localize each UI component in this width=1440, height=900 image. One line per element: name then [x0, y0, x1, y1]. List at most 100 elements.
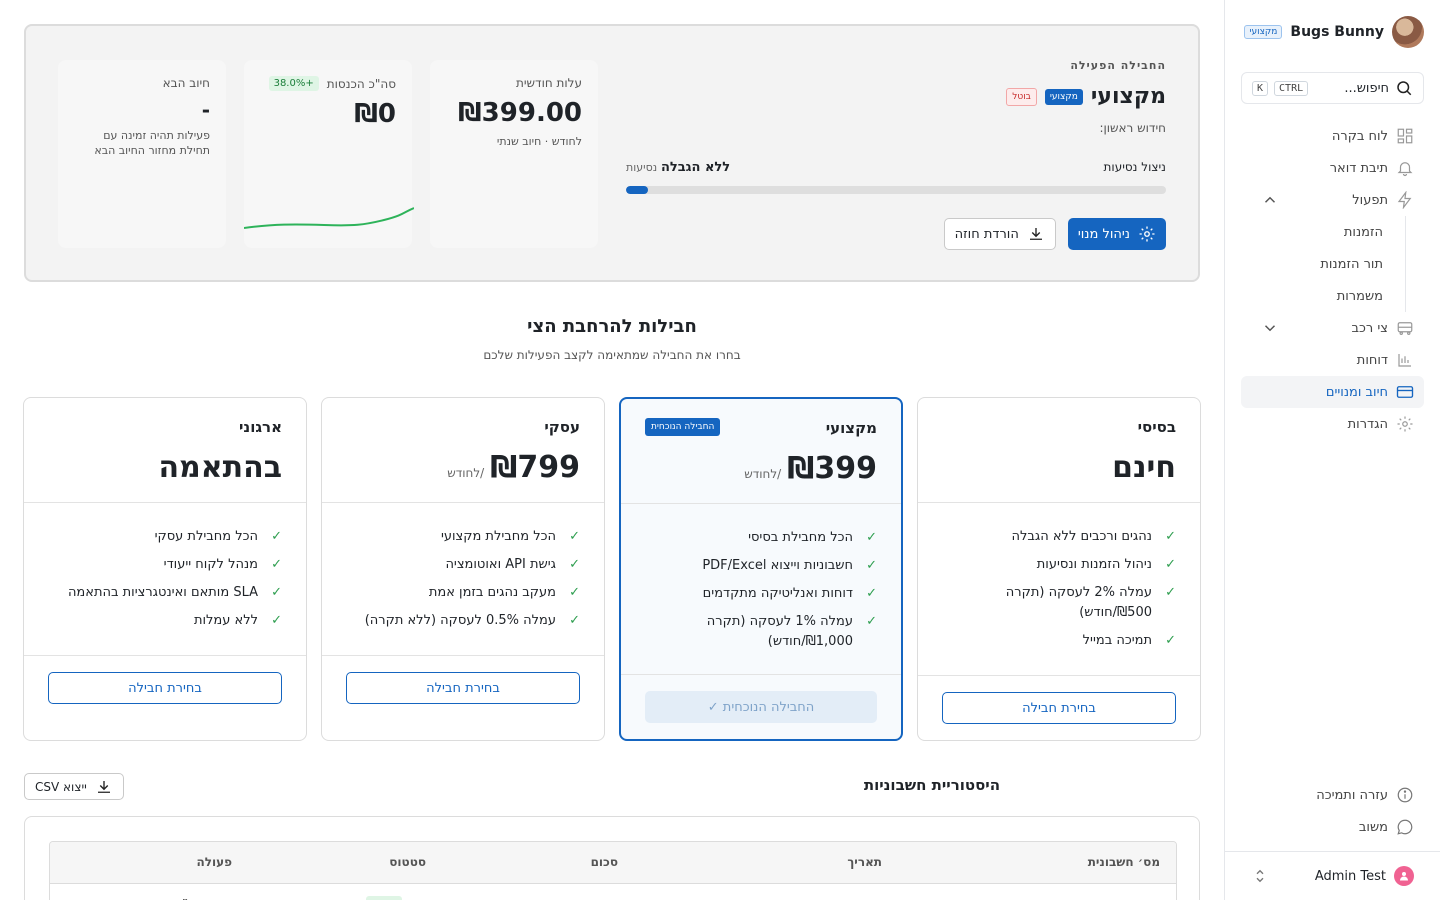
- chevron-down-icon[interactable]: [1261, 319, 1279, 337]
- feature-item: ✓ ניהול הזמנות ונסיעות: [942, 555, 1176, 575]
- sidebar-footer-user[interactable]: Admin Test: [1225, 851, 1440, 900]
- current-plan-button[interactable]: החבילה הנוכחית ✓: [645, 691, 877, 723]
- chevron-updown-icon[interactable]: [1251, 867, 1269, 885]
- next-charge-stat: חיוב הבא - פעילות תהיה זמינה עם תחילת מח…: [58, 60, 226, 248]
- sidebar-nav: לוח בקרה תיבת דואר תפעול הזמנות תור הזמנ…: [1241, 120, 1424, 440]
- next-charge-sub: פעילות תהיה זמינה עם תחילת מחזור החיוב ה…: [94, 129, 210, 157]
- feedback-label: משוב: [1358, 819, 1388, 835]
- chat-bubble-icon: [1396, 818, 1414, 836]
- download-contract-label: הורדת חוזה: [954, 226, 1019, 242]
- manage-subscription-button[interactable]: ניהול מנוי: [1067, 218, 1166, 250]
- feature-item: ✓ עמלה 0.5% לעסקה (ללא תקרה): [346, 611, 580, 631]
- plan-header: בסיסי חינם: [918, 398, 1200, 503]
- sidebar-bottom-links: עזרה ותמיכה משוב: [1241, 779, 1424, 843]
- usage-label: ניצול נסיעות: [1103, 160, 1166, 174]
- search-placeholder: חיפוש...: [1344, 80, 1389, 96]
- feature-item: ✓ מנהל לקוח ייעודי: [48, 555, 282, 575]
- avatar: [1392, 16, 1424, 48]
- plan-badge: מקצועי: [1044, 88, 1083, 105]
- feature-text: ניהול הזמנות ונסיעות: [1036, 557, 1152, 572]
- bus-icon: [1396, 319, 1414, 337]
- check-icon: ✓: [1165, 557, 1176, 572]
- check-icon: ✓: [569, 585, 580, 600]
- select-plan-button[interactable]: בחירת חבילה: [346, 672, 580, 704]
- revenue-stat: סה"כ הכנסות +38.0% ₪0: [244, 60, 414, 248]
- shortcut-k: K: [1252, 80, 1269, 96]
- user-name: Bugs Bunny: [1290, 24, 1384, 40]
- feature-text: דוחות ואנליטיקה מתקדמים: [702, 586, 853, 601]
- plan-name: מקצועי: [1090, 84, 1166, 109]
- sidebar-item-fleet[interactable]: צי רכב: [1241, 312, 1424, 344]
- credit-card-icon: [1396, 383, 1414, 401]
- sidebar-item-label: הזמנות: [1343, 224, 1383, 240]
- plan-price-amount: ₪399: [787, 451, 877, 486]
- sidebar-item-label: צי רכב: [1351, 320, 1388, 336]
- sidebar-item-order-queue[interactable]: תור הזמנות: [1241, 248, 1405, 280]
- feature-item: ✓ דוחות ואנליטיקה מתקדמים: [645, 584, 877, 604]
- feature-text: ללא עמלות: [193, 613, 258, 628]
- feature-item: ✓ עמלה 2% לעסקה (תקרה ₪500/חודש): [942, 583, 1176, 623]
- sidebar-item-shifts[interactable]: משמרות: [1241, 280, 1405, 312]
- plans-subtitle: בחרו את החבילה שמתאימה לקצב הפעילות שלכם: [483, 348, 741, 362]
- sidebar-item-dashboard[interactable]: לוח בקרה: [1241, 120, 1424, 152]
- revenue-change-badge: +38.0%: [268, 76, 319, 91]
- sidebar-item-inbox[interactable]: תיבת דואר: [1241, 152, 1424, 184]
- sidebar-item-label: תור הזמנות: [1320, 256, 1383, 272]
- avatar: [1394, 866, 1414, 886]
- active-plan-card: החבילה הפעילה מקצועי מקצועי בוטל חידוש ר…: [24, 24, 1200, 282]
- sidebar-user[interactable]: Bugs Bunny מקצועי: [1241, 16, 1424, 48]
- export-csv-button[interactable]: ייצוא CSV: [24, 773, 124, 800]
- feature-item: ✓ ללא עמלות: [48, 611, 282, 631]
- feature-item: ✓ נהגים ורכבים ללא הגבלה: [942, 527, 1176, 547]
- feature-text: עמלה 0.5% לעסקה (ללא תקרה): [364, 613, 556, 628]
- check-icon: ✓: [569, 529, 580, 544]
- main-content: החבילה הפעילה מקצועי מקצועי בוטל חידוש ר…: [0, 0, 1224, 900]
- renewal-label: חידוש ראשון:: [1099, 121, 1166, 135]
- feature-item: ✓ עמלה 1% לעסקה (תקרה ₪1,000/חודש): [645, 612, 877, 652]
- sidebar-item-operations[interactable]: תפעול: [1241, 184, 1424, 216]
- monthly-cost-label: עלות חודשית: [515, 76, 582, 90]
- gear-icon: [1138, 225, 1156, 243]
- feature-text: נהגים ורכבים ללא הגבלה: [1011, 529, 1152, 544]
- plan-price: ₪799/לחודש: [346, 450, 580, 485]
- feedback-link[interactable]: משוב: [1241, 811, 1424, 843]
- plan-features: ✓ הכל מחבילת עסקי ✓ מנהל לקוח ייעודי ✓ SLA …: [24, 503, 306, 631]
- feature-item: ✓ SLA מותאם ואינטגרציות בהתאמה: [48, 583, 282, 603]
- feature-text: גישת API ואוטומציה: [445, 557, 556, 572]
- active-plan-title: מקצועי מקצועי בוטל: [1006, 84, 1166, 109]
- monthly-cost-stat: עלות חודשית ₪399.00 לחודש · חיוב שנתי: [430, 60, 598, 248]
- sidebar-item-label: לוח בקרה: [1331, 128, 1388, 144]
- select-plan-button[interactable]: בחירת חבילה: [48, 672, 282, 704]
- table-row: ▯: [50, 884, 1176, 900]
- plan-price: בהתאמה: [48, 450, 282, 485]
- sidebar-item-billing[interactable]: חיוב ומנויים: [1241, 376, 1424, 408]
- help-link[interactable]: עזרה ותמיכה: [1241, 779, 1424, 811]
- plan-price-period: /לחודש: [447, 466, 485, 480]
- sidebar-item-orders[interactable]: הזמנות: [1241, 216, 1405, 248]
- check-icon: ✓: [1165, 529, 1176, 544]
- column-header: תאריך: [847, 855, 882, 869]
- chevron-up-icon[interactable]: [1261, 191, 1279, 209]
- feature-text: עמלה 2% לעסקה (תקרה ₪500/חודש): [1005, 585, 1152, 620]
- plan-badge: מקצועי: [1244, 25, 1283, 39]
- plan-price-amount: ₪799: [490, 450, 580, 485]
- usage-progress-bar: [626, 186, 1166, 194]
- check-icon: ✓: [1165, 585, 1176, 600]
- plan-price: ₪399/לחודש: [645, 451, 877, 486]
- feature-item: ✓ הכל מחבילת מקצועי: [346, 527, 580, 547]
- download-contract-button[interactable]: הורדת חוזה: [943, 218, 1056, 250]
- document-icon[interactable]: ▯: [182, 896, 188, 900]
- sidebar-item-reports[interactable]: דוחות: [1241, 344, 1424, 376]
- search-input[interactable]: חיפוש... CTRL K: [1241, 72, 1424, 104]
- sidebar-item-settings[interactable]: הגדרות: [1241, 408, 1424, 440]
- sidebar-item-label: הגדרות: [1347, 416, 1388, 432]
- monthly-cost-sub: לחודש · חיוב שנתי: [496, 135, 582, 148]
- dashboard-icon: [1396, 127, 1414, 145]
- shortcut-ctrl: CTRL: [1274, 80, 1309, 96]
- select-plan-button[interactable]: בחירת חבילה: [942, 692, 1176, 724]
- feature-item: ✓ מעקב נהגים בזמן אמת: [346, 583, 580, 603]
- plans-title: חבילות להרחבת הצי: [527, 316, 697, 337]
- feature-text: מעקב נהגים בזמן אמת: [428, 585, 556, 600]
- sidebar: Bugs Bunny מקצועי חיפוש... CTRL K לוח בק…: [1224, 0, 1440, 900]
- plan-price-period: /לחודש: [744, 467, 782, 481]
